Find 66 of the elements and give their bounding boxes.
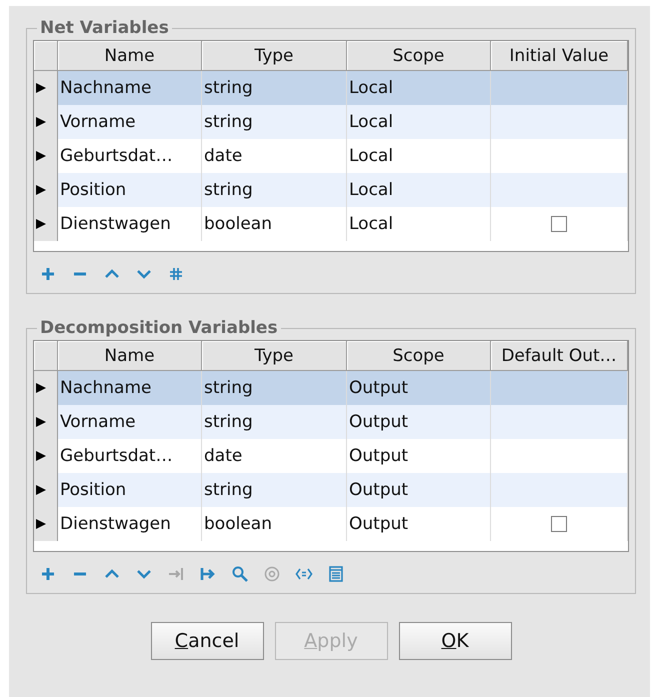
column-header[interactable]: Name	[58, 341, 202, 371]
table-cell: Nachname	[58, 71, 202, 105]
arrow-to-bar-icon[interactable]	[199, 565, 217, 583]
table-cell: Output	[347, 473, 491, 507]
row-pointer-icon	[35, 116, 47, 128]
table-cell: Geburtsdat…	[58, 139, 202, 173]
table-cell: Geburtsdat…	[58, 439, 202, 473]
row-pointer-icon	[35, 450, 47, 462]
group-title: Net Variables	[39, 18, 170, 38]
table-cell: string	[202, 173, 347, 207]
table-row[interactable]: Position string Local	[34, 173, 628, 207]
table-cell: Output	[347, 439, 491, 473]
dialog-button[interactable]: OK	[398, 622, 512, 660]
table-cell: Vorname	[58, 105, 202, 139]
table-cell: string	[202, 71, 347, 105]
table-cell: string	[202, 105, 347, 139]
table-row[interactable]: Geburtsdat… date Local	[34, 139, 628, 173]
row-pointer-icon	[35, 416, 47, 428]
header-corner	[34, 41, 58, 71]
checkbox[interactable]	[551, 216, 567, 232]
table-cell: Output	[347, 507, 491, 541]
table-cell: Position	[58, 473, 202, 507]
table-row[interactable]: Nachname string Output	[34, 371, 628, 405]
column-header[interactable]: Scope	[347, 341, 491, 371]
table-cell: Output	[347, 405, 491, 439]
hash-icon[interactable]	[167, 265, 185, 283]
row-pointer-icon	[35, 82, 47, 94]
row-pointer-icon	[35, 484, 47, 496]
header-corner	[34, 341, 58, 371]
table-cell: Output	[347, 371, 491, 405]
dialog-button[interactable]: Cancel	[150, 622, 264, 660]
row-pointer-icon	[35, 218, 47, 230]
column-header[interactable]: Type	[202, 41, 347, 71]
column-header[interactable]: Type	[202, 341, 347, 371]
table-row[interactable]: Vorname string Local	[34, 105, 628, 139]
checkbox[interactable]	[551, 516, 567, 532]
table-cell: string	[202, 371, 347, 405]
table-cell: Local	[347, 173, 491, 207]
column-header[interactable]: Scope	[347, 41, 491, 71]
row-pointer-icon	[35, 150, 47, 162]
table-cell: string	[202, 473, 347, 507]
table-cell: Nachname	[58, 371, 202, 405]
row-pointer-icon	[35, 382, 47, 394]
table-cell: string	[202, 405, 347, 439]
table-cell: Vorname	[58, 405, 202, 439]
column-header[interactable]: Name	[58, 41, 202, 71]
column-header[interactable]: Default Out…	[491, 341, 628, 371]
group-title: Decomposition Variables	[39, 318, 279, 338]
table-cell: date	[202, 139, 347, 173]
column-header[interactable]: Initial Value	[491, 41, 628, 71]
add-icon[interactable]	[39, 565, 57, 583]
table-row[interactable]: Position string Output	[34, 473, 628, 507]
table-cell: Local	[347, 105, 491, 139]
table-row[interactable]: Dienstwagen boolean Output	[34, 507, 628, 541]
table-row[interactable]: Dienstwagen boolean Local	[34, 207, 628, 241]
table-cell: date	[202, 439, 347, 473]
table-cell: Position	[58, 173, 202, 207]
table-row[interactable]: Geburtsdat… date Output	[34, 439, 628, 473]
table-row[interactable]: Nachname string Local	[34, 71, 628, 105]
add-icon[interactable]	[39, 265, 57, 283]
table-cell: Local	[347, 71, 491, 105]
table-row[interactable]: Vorname string Output	[34, 405, 628, 439]
row-pointer-icon	[35, 518, 47, 530]
search-icon[interactable]	[231, 565, 249, 583]
row-pointer-icon	[35, 184, 47, 196]
list-icon[interactable]	[327, 565, 345, 583]
